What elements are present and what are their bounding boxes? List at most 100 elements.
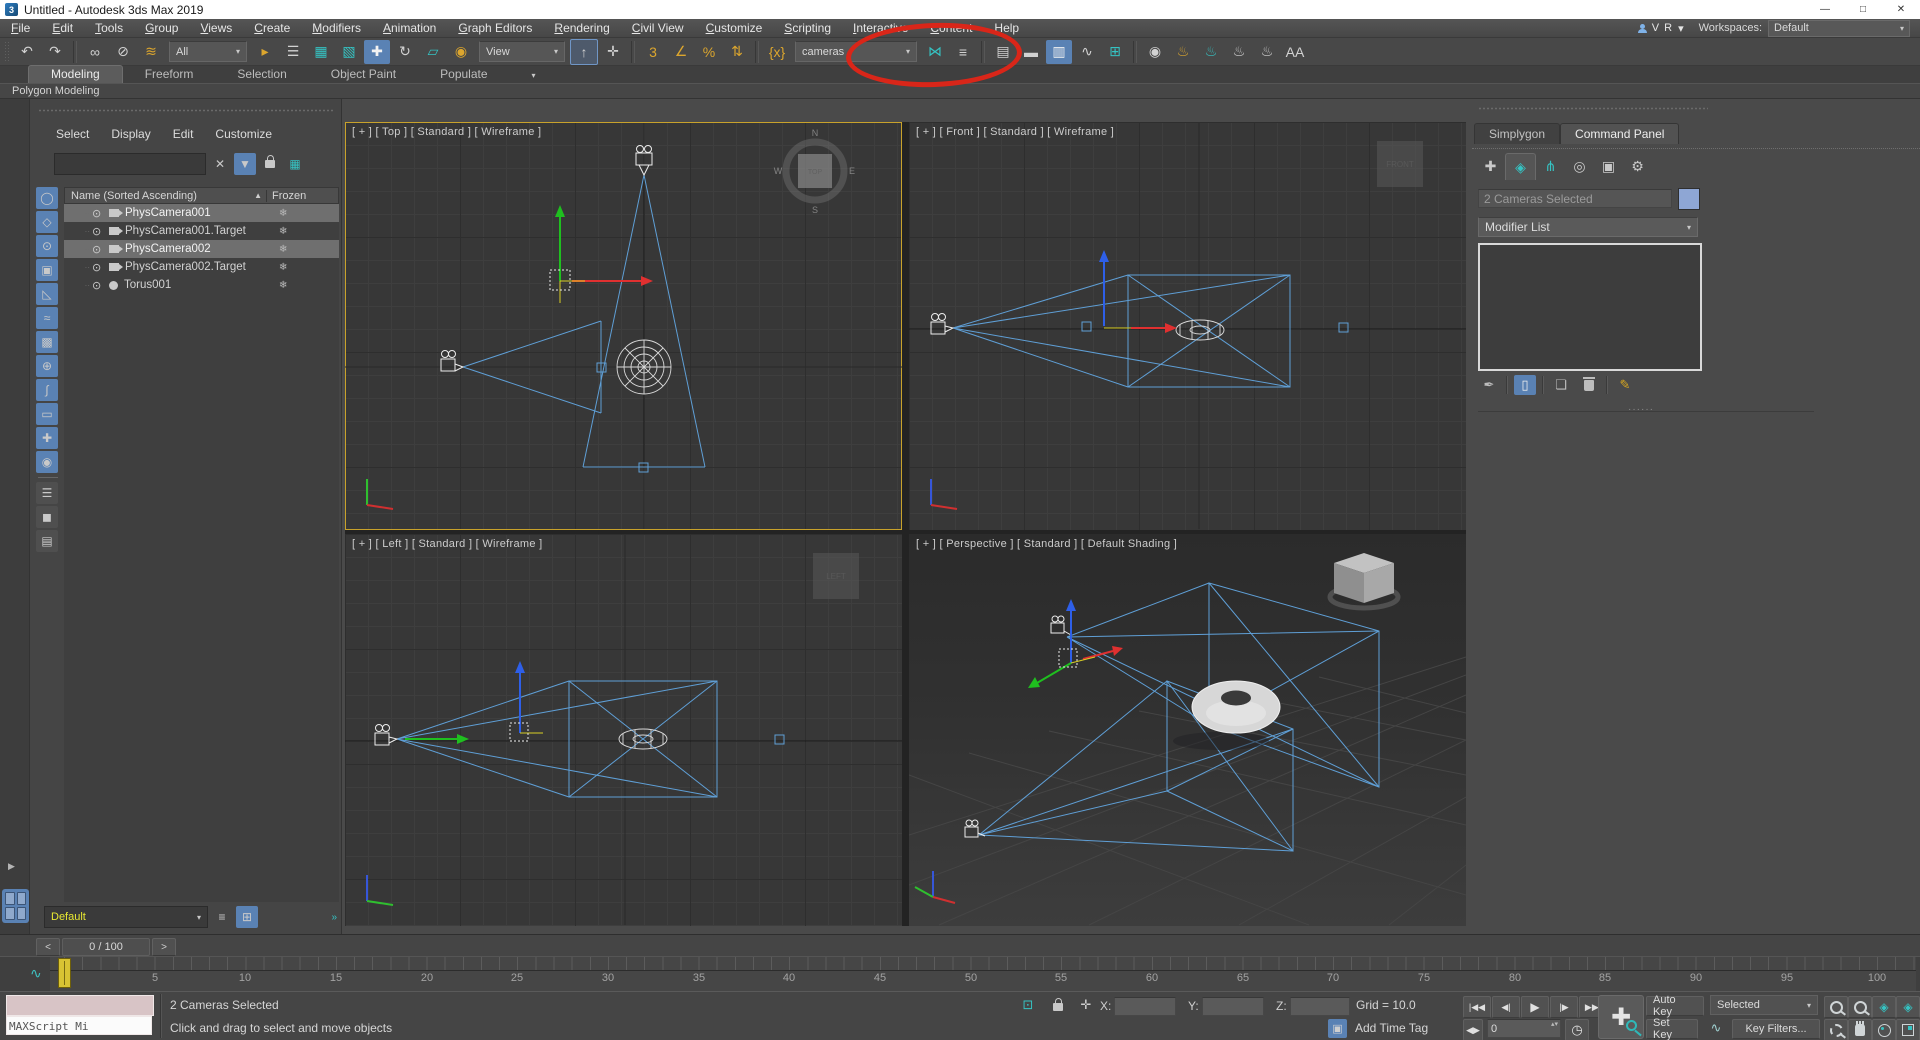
selection-region-icon[interactable]: ⊡ bbox=[1018, 996, 1038, 1014]
edit-named-selection-sets-button[interactable]: {x} bbox=[764, 40, 790, 64]
show-end-result-button[interactable]: ▯ bbox=[1514, 375, 1536, 395]
frozen-snowflake-icon[interactable]: ❄ bbox=[271, 280, 339, 291]
zoom-extents-icon[interactable]: ◈ bbox=[1872, 996, 1896, 1018]
viewcube-e[interactable]: E bbox=[849, 166, 855, 176]
viewcube-left-label[interactable]: LEFT bbox=[826, 572, 846, 581]
mini-curve-editor-icon[interactable]: ∿ bbox=[30, 965, 42, 982]
menu-edit[interactable]: Edit bbox=[41, 19, 84, 37]
align-button[interactable]: ≡ bbox=[950, 40, 976, 64]
rollout-divider[interactable] bbox=[1478, 411, 1814, 412]
angle-snap-toggle-button[interactable]: ∠ bbox=[668, 40, 694, 64]
zoom-extents-all-icon[interactable]: ◈ bbox=[1896, 996, 1920, 1018]
maximize-viewport-toggle[interactable] bbox=[1896, 1019, 1920, 1040]
rectangular-selection-region-button[interactable]: ▦ bbox=[308, 40, 334, 64]
display-children-icon[interactable]: ☰ bbox=[36, 482, 58, 504]
menu-group[interactable]: Group bbox=[134, 19, 189, 37]
filter-helpers-icon[interactable]: ◺ bbox=[36, 283, 58, 305]
z-input[interactable] bbox=[1291, 1000, 1349, 1017]
ribbon-tab-modeling[interactable]: Modeling bbox=[28, 65, 123, 83]
create-tab-icon[interactable]: ✚ bbox=[1476, 153, 1505, 179]
lock-explorer-icon[interactable] bbox=[259, 153, 281, 175]
selection-lock-icon[interactable] bbox=[1048, 998, 1068, 1016]
key-filters-button[interactable]: Key Filters... bbox=[1732, 1019, 1820, 1039]
render-setup-button[interactable]: ♨ bbox=[1170, 40, 1196, 64]
schematic-view-button[interactable]: ⊞ bbox=[1102, 40, 1128, 64]
spinner-arrows-icon[interactable]: ▴▾ bbox=[1549, 1020, 1560, 1037]
redo-button[interactable]: ↷ bbox=[42, 40, 68, 64]
list-item[interactable]: ·· ⊙ PhysCamera001.Target ❄ bbox=[64, 222, 339, 240]
viewcube-s[interactable]: S bbox=[812, 205, 818, 215]
frozen-snowflake-icon[interactable]: ❄ bbox=[271, 208, 339, 219]
use-pivot-point-center-button[interactable]: ↑ bbox=[570, 39, 598, 65]
menu-interactive[interactable]: Interactive bbox=[842, 19, 919, 37]
minimize-button[interactable]: — bbox=[1806, 0, 1844, 19]
display-tab-icon[interactable]: ▣ bbox=[1594, 153, 1623, 179]
ribbon-tab-freeform[interactable]: Freeform bbox=[123, 66, 216, 83]
key-mode-select[interactable]: Selected ▾ bbox=[1710, 995, 1818, 1015]
toolbar-grip[interactable] bbox=[4, 41, 9, 63]
tab-simplygon[interactable]: Simplygon bbox=[1474, 123, 1560, 144]
z-coordinate-field[interactable] bbox=[1290, 997, 1350, 1016]
timeline-track[interactable]: 0 5 10 15 20 25 30 35 40 45 50 55 60 65 … bbox=[50, 957, 1916, 992]
explorer-menu-customize[interactable]: Customize bbox=[215, 127, 272, 141]
previous-frame-button[interactable]: ◀| bbox=[1492, 996, 1520, 1018]
set-key-button[interactable]: Set Key bbox=[1646, 1019, 1698, 1039]
ribbon-tab-selection[interactable]: Selection bbox=[215, 66, 308, 83]
list-item[interactable]: ·· ⊙ PhysCamera002.Target ❄ bbox=[64, 258, 339, 276]
next-frame-button[interactable]: |▶ bbox=[1550, 996, 1578, 1018]
ribbon-tab-object-paint[interactable]: Object Paint bbox=[309, 66, 418, 83]
toggle-scene-explorer-button[interactable]: ▥ bbox=[1046, 40, 1072, 64]
menu-tools[interactable]: Tools bbox=[84, 19, 134, 37]
filter-spacewarps-icon[interactable]: ≈ bbox=[36, 307, 58, 329]
bind-to-space-warp-button[interactable]: ≋ bbox=[138, 40, 164, 64]
panel-grip[interactable] bbox=[38, 109, 333, 112]
object-name-field[interactable]: 2 Cameras Selected bbox=[1478, 189, 1672, 208]
explorer-preset-select[interactable]: Default ▾ bbox=[44, 906, 208, 928]
explorer-menu-select[interactable]: Select bbox=[56, 127, 89, 141]
viewcube-n[interactable]: N bbox=[812, 128, 819, 138]
absolute-mode-icon[interactable]: ✛ bbox=[1076, 996, 1096, 1014]
maximize-button[interactable]: □ bbox=[1844, 0, 1882, 19]
viewport-left[interactable]: [ + ] [ Left ] [ Standard ] [ Wireframe … bbox=[345, 534, 902, 926]
frozen-snowflake-icon[interactable]: ❄ bbox=[271, 244, 339, 255]
add-time-tag[interactable]: Add Time Tag bbox=[1355, 1021, 1428, 1035]
clear-search-icon[interactable]: ✕ bbox=[209, 153, 231, 175]
time-configuration-button[interactable]: ◷ bbox=[1565, 1019, 1589, 1040]
list-item[interactable]: ·· ⊙ PhysCamera002 ❄ bbox=[64, 240, 339, 258]
select-and-link-button[interactable]: ∞ bbox=[82, 40, 108, 64]
frozen-snowflake-icon[interactable]: ❄ bbox=[271, 226, 339, 237]
selection-filter-select[interactable]: All ▾ bbox=[169, 41, 247, 62]
go-to-start-button[interactable]: |◀◀ bbox=[1463, 996, 1491, 1018]
viewport-perspective[interactable]: [ + ] [ Perspective ] [ Standard ] [ Def… bbox=[909, 534, 1466, 926]
time-tag-cube-icon[interactable]: ▣ bbox=[1328, 1019, 1347, 1038]
named-selection-sets-select[interactable]: cameras ▾ bbox=[795, 41, 917, 62]
visibility-eye-icon[interactable]: ⊙ bbox=[92, 279, 107, 292]
next-frame-button[interactable]: > bbox=[152, 938, 176, 956]
viewport-front[interactable]: [ + ] [ Front ] [ Standard ] [ Wireframe… bbox=[909, 122, 1466, 530]
signin-menu[interactable]: V R ▾ bbox=[1630, 20, 1693, 37]
modifier-list-select[interactable]: Modifier List ▾ bbox=[1478, 217, 1698, 237]
remove-modifier-button[interactable] bbox=[1578, 375, 1600, 395]
hierarchy-tab-icon[interactable]: ⋔ bbox=[1536, 153, 1565, 179]
maxscript-mini-listener-macro[interactable] bbox=[6, 995, 154, 1016]
menu-views[interactable]: Views bbox=[189, 19, 243, 37]
column-name[interactable]: Name (Sorted Ascending) bbox=[65, 190, 254, 202]
layout-flyout-arrow[interactable]: ▶ bbox=[8, 861, 15, 872]
explorer-menu-edit[interactable]: Edit bbox=[173, 127, 194, 141]
utilities-tab-icon[interactable]: ⚙ bbox=[1623, 153, 1652, 179]
selection-filter-icon[interactable]: ▼ bbox=[234, 153, 256, 175]
ribbon-options-dropdown[interactable]: ▾ bbox=[510, 66, 558, 83]
make-unique-button[interactable]: ❏ bbox=[1550, 375, 1572, 395]
frame-input[interactable] bbox=[1488, 1020, 1549, 1037]
filter-cameras-icon[interactable]: ▣ bbox=[36, 259, 58, 281]
pin-stack-button[interactable]: ✒ bbox=[1478, 375, 1500, 395]
filter-bones-icon[interactable]: ∫ bbox=[36, 379, 58, 401]
panel-grip[interactable] bbox=[1478, 107, 1708, 110]
viewport-top[interactable]: [ + ] [ Top ] [ Standard ] [ Wireframe ] bbox=[345, 122, 902, 530]
undo-button[interactable]: ↶ bbox=[14, 40, 40, 64]
configure-modifier-sets-button[interactable]: ✎ bbox=[1614, 375, 1636, 395]
material-editor-button[interactable]: ◉ bbox=[1142, 40, 1168, 64]
select-object-button[interactable]: ▸ bbox=[252, 40, 278, 64]
layers-stack-icon[interactable]: ≡ bbox=[211, 906, 233, 928]
close-button[interactable]: ✕ bbox=[1882, 0, 1920, 19]
